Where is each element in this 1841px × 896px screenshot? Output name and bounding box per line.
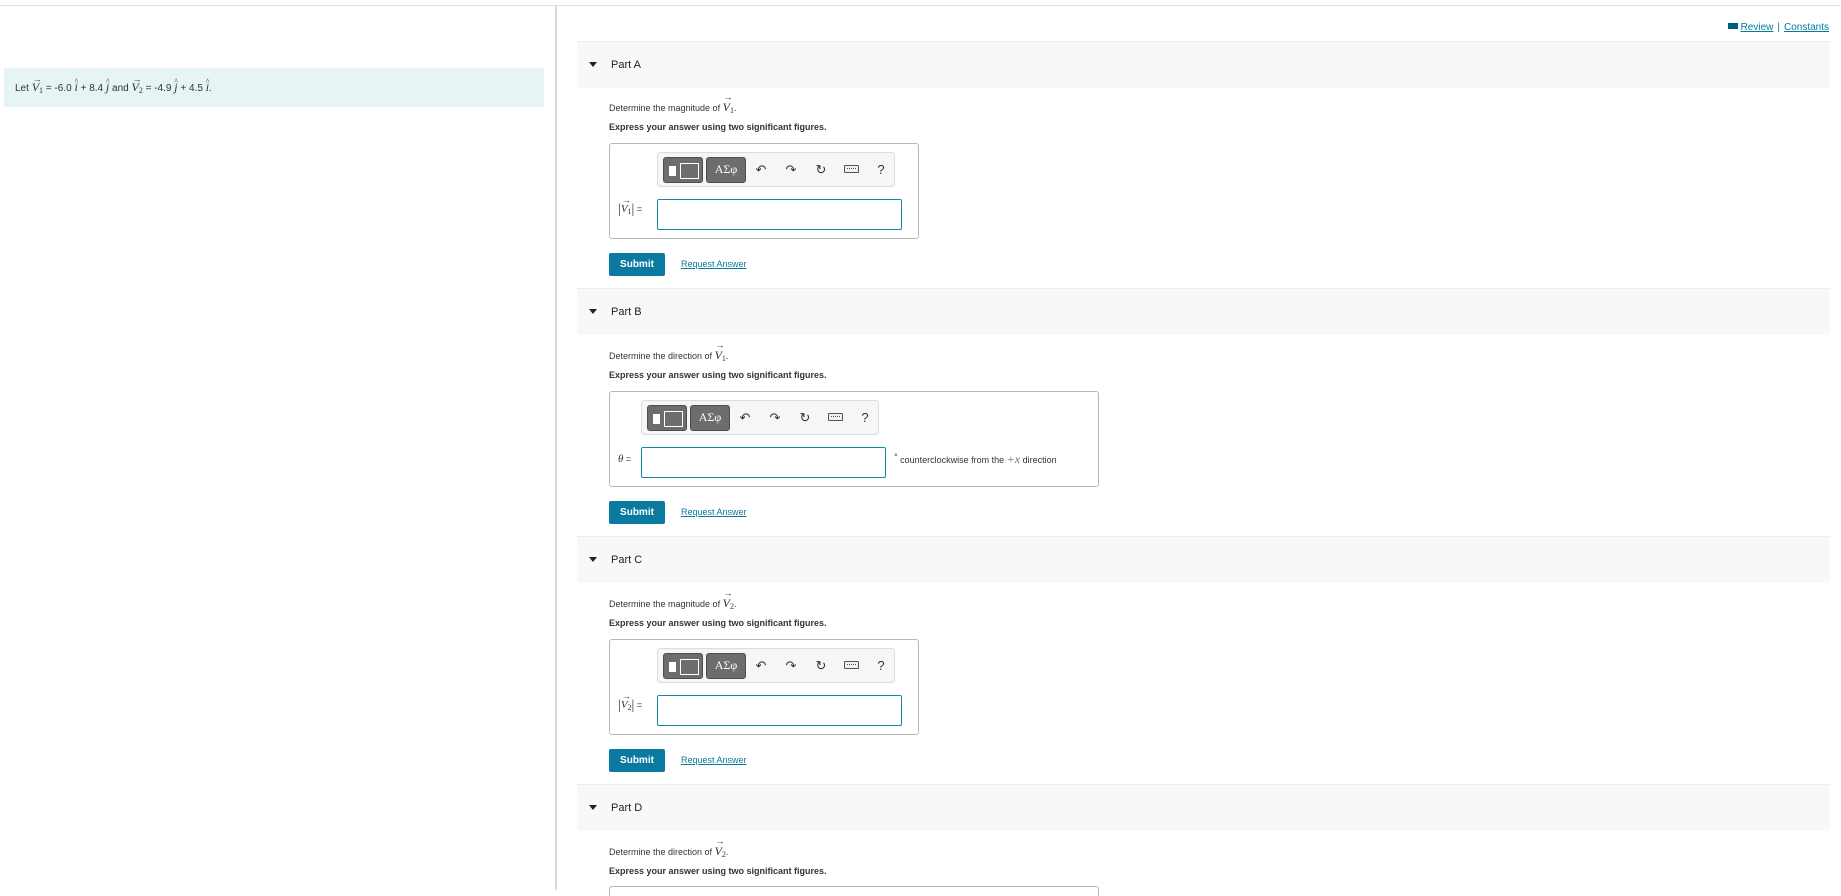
parts-pane: Review | Constants Part A Determine the ma… — [557, 6, 1841, 896]
math-toolbar: ΑΣφ ↶ ↷ ↻ ? — [657, 648, 895, 683]
book-icon — [1727, 23, 1738, 29]
intro-let: Let — [15, 83, 29, 94]
part-d-answer-box — [609, 886, 1099, 896]
part-c-answer-box: ΑΣφ ↶ ↷ ↻ ? |V2| = — [609, 639, 919, 735]
unit-vector-j: j — [106, 62, 110, 107]
undo-icon[interactable]: ↶ — [737, 409, 753, 427]
intro-and: and — [112, 83, 129, 94]
part-d-header[interactable]: Part D — [577, 784, 1830, 831]
reset-icon[interactable]: ↻ — [813, 161, 829, 179]
part-a-header[interactable]: Part A — [577, 41, 1830, 88]
reset-icon[interactable]: ↻ — [813, 657, 829, 675]
part-c-label: Part C — [611, 554, 643, 566]
problem-intro: Let V1 = -6.0 i + 8.4 j and V2 = -4.9 j … — [4, 60, 544, 107]
keyboard-icon[interactable] — [828, 413, 843, 421]
vector-symbol: V1 — [723, 92, 734, 115]
vector-v2: V2 — [131, 60, 142, 99]
part-a-instruction: Express your answer using two significan… — [609, 122, 827, 132]
unit-vector-i: i — [206, 62, 210, 107]
part-a-label: Part A — [611, 59, 641, 71]
link-separator: | — [1777, 22, 1780, 33]
part-b-answer-box: ΑΣφ ↶ ↷ ↻ ? θ = ° counterclockwise from … — [609, 391, 1099, 487]
vector-symbol: V1 — [715, 340, 726, 363]
templates-button[interactable] — [663, 157, 703, 183]
greek-symbols-button[interactable]: ΑΣφ — [706, 157, 746, 183]
part-c-request-answer-link[interactable]: Request Answer — [681, 755, 747, 765]
part-b-answer-input[interactable] — [641, 447, 886, 478]
undo-icon[interactable]: ↶ — [753, 657, 769, 675]
part-c-header[interactable]: Part C — [577, 536, 1830, 583]
unit-vector-j: j — [174, 62, 178, 107]
part-b-submit-button[interactable]: Submit — [609, 501, 665, 524]
collapse-triangle-icon — [589, 557, 597, 562]
greek-symbols-button[interactable]: ΑΣφ — [690, 405, 730, 431]
part-a-submit-button[interactable]: Submit — [609, 253, 665, 276]
part-c-field-label: |V2| = — [618, 691, 642, 714]
help-icon[interactable]: ? — [873, 161, 889, 179]
redo-icon[interactable]: ↷ — [783, 657, 799, 675]
part-b-instruction: Express your answer using two significan… — [609, 370, 827, 380]
vector-symbol: V2 — [723, 588, 734, 611]
part-c-answer-input[interactable] — [657, 695, 902, 726]
vector-symbol: V2 — [715, 836, 726, 859]
part-b-field-label: θ = — [618, 453, 632, 465]
constants-link[interactable]: Constants — [1784, 22, 1829, 33]
problem-statement-pane: Let V1 = -6.0 i + 8.4 j and V2 = -4.9 j … — [0, 6, 555, 890]
help-icon[interactable]: ? — [873, 657, 889, 675]
part-a-answer-input[interactable] — [657, 199, 902, 230]
review-link[interactable]: Review — [1741, 22, 1774, 33]
part-b-unit: ° counterclockwise from the +x direction — [894, 452, 1057, 466]
reset-icon[interactable]: ↻ — [797, 409, 813, 427]
part-b-label: Part B — [611, 306, 642, 318]
templates-button[interactable] — [663, 653, 703, 679]
collapse-triangle-icon — [589, 309, 597, 314]
v2-y-component: = -4.9 — [145, 83, 172, 94]
v1-x-component: = -6.0 — [45, 83, 72, 94]
v1-y-component: + 8.4 — [80, 83, 104, 94]
redo-icon[interactable]: ↷ — [783, 161, 799, 179]
undo-icon[interactable]: ↶ — [753, 161, 769, 179]
unit-vector-i: i — [74, 62, 78, 107]
part-a-request-answer-link[interactable]: Request Answer — [681, 259, 747, 269]
part-b-request-answer-link[interactable]: Request Answer — [681, 507, 747, 517]
templates-button[interactable] — [647, 405, 687, 431]
keyboard-icon[interactable] — [844, 165, 859, 173]
v2-x-component: + 4.5 — [180, 83, 203, 94]
greek-symbols-button[interactable]: ΑΣφ — [706, 653, 746, 679]
part-d-label: Part D — [611, 802, 643, 814]
part-d-instruction: Express your answer using two significan… — [609, 866, 827, 876]
redo-icon[interactable]: ↷ — [767, 409, 783, 427]
help-icon[interactable]: ? — [857, 409, 873, 427]
math-toolbar: ΑΣφ ↶ ↷ ↻ ? — [641, 400, 879, 435]
top-links: Review | Constants — [1727, 22, 1829, 33]
part-a-answer-box: ΑΣφ ↶ ↷ ↻ ? |V1| = — [609, 143, 919, 239]
vector-v1: V1 — [32, 60, 43, 99]
part-c-question: Determine the magnitude of V2. — [609, 588, 736, 611]
part-c-instruction: Express your answer using two significan… — [609, 618, 827, 628]
part-a-field-label: |V1| = — [618, 195, 642, 218]
part-a-question: Determine the magnitude of V1. — [609, 92, 736, 115]
math-toolbar: ΑΣφ ↶ ↷ ↻ ? — [657, 152, 895, 187]
collapse-triangle-icon — [589, 62, 597, 67]
part-b-question: Determine the direction of V1. — [609, 340, 728, 363]
keyboard-icon[interactable] — [844, 661, 859, 669]
part-d-question: Determine the direction of V2. — [609, 836, 728, 859]
part-c-submit-button[interactable]: Submit — [609, 749, 665, 772]
part-b-header[interactable]: Part B — [577, 288, 1830, 335]
collapse-triangle-icon — [589, 805, 597, 810]
